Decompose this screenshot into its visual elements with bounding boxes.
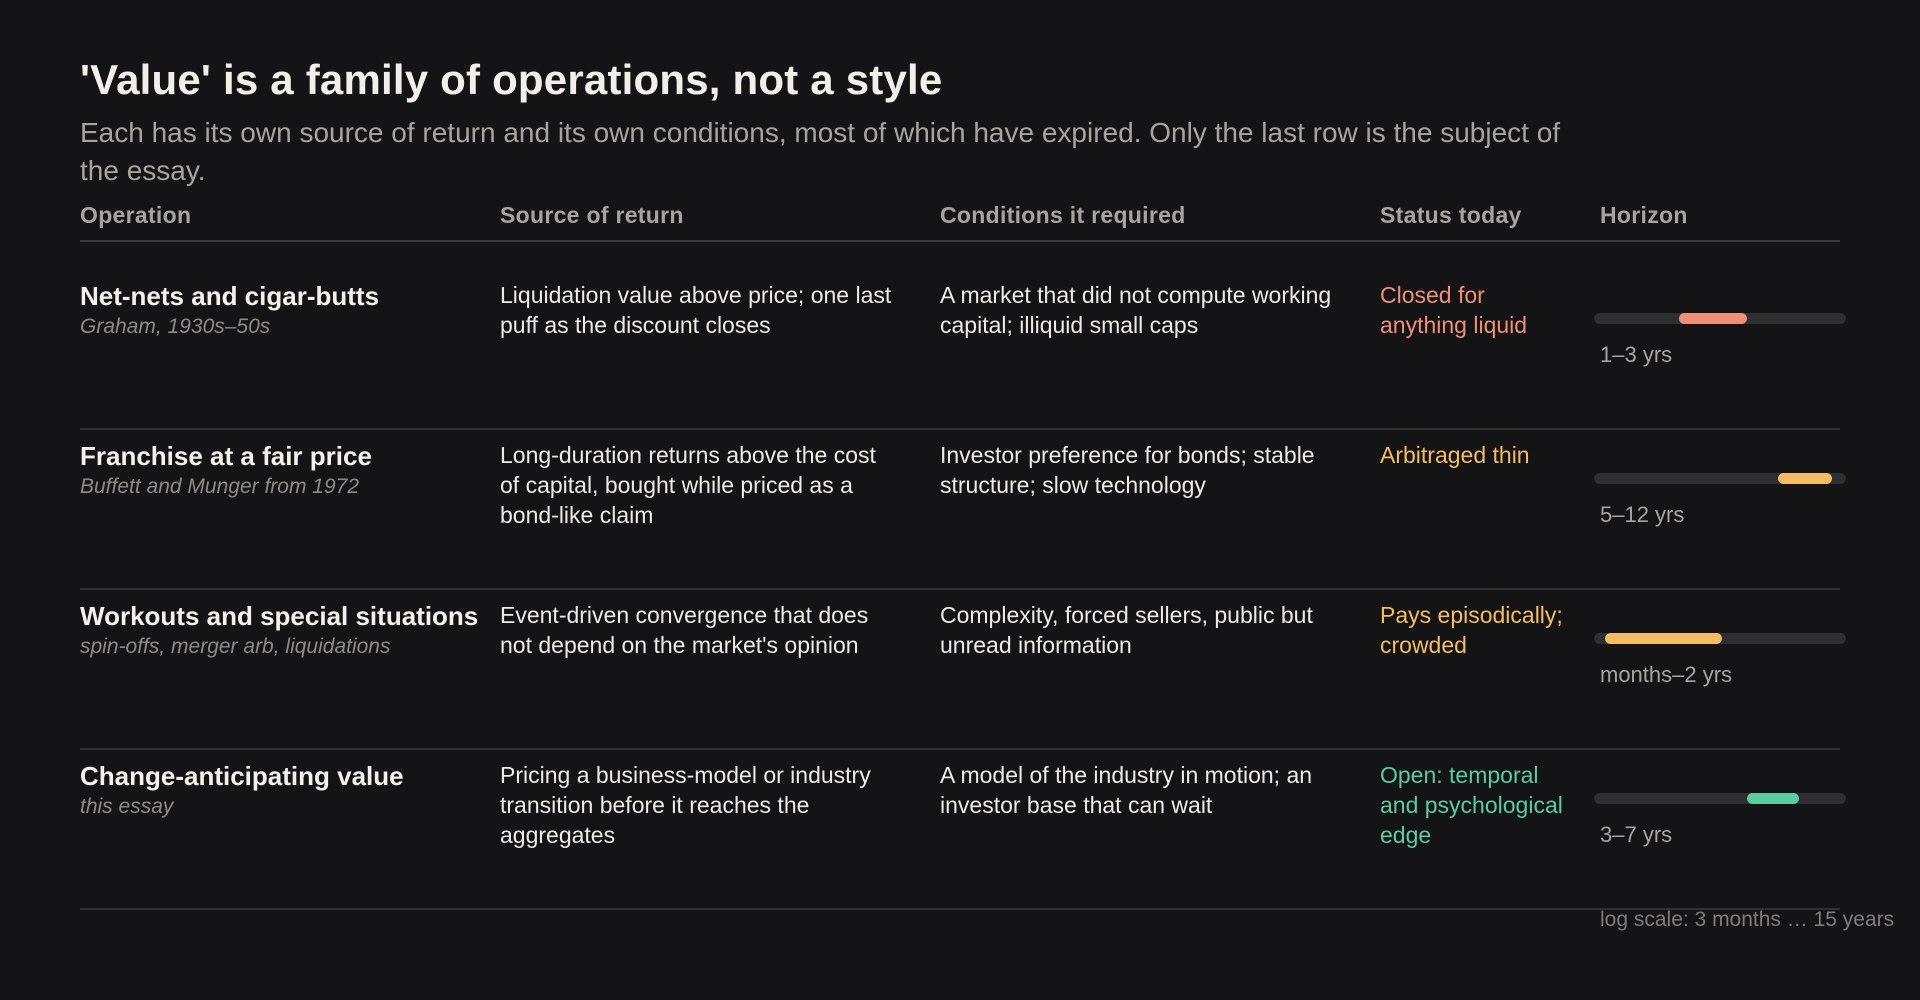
operation-cell: Workouts and special situations spin-off… — [80, 600, 500, 662]
source-of-return-cell: Pricing a business-model or industry tra… — [500, 762, 871, 848]
source-of-return-cell: Long-duration returns above the cost of … — [500, 442, 876, 528]
horizon-track — [1594, 633, 1846, 644]
column-header-source: Source of return — [500, 202, 684, 228]
status-cell: Pays episodically; crowded — [1380, 602, 1563, 658]
source-of-return-cell: Event-driven convergence that does not d… — [500, 602, 869, 658]
source-of-return-cell: Liquidation value above price; one last … — [500, 282, 892, 338]
operation-cell: Net-nets and cigar-butts Graham, 1930s–5… — [80, 280, 500, 342]
horizon-label: 1–3 yrs — [1600, 342, 1673, 367]
operation-attribution: Buffett and Munger from 1972 — [80, 475, 359, 498]
table-row: Workouts and special situations spin-off… — [80, 590, 1846, 750]
operation-name: Workouts and special situations — [80, 601, 479, 631]
operation-attribution: this essay — [80, 795, 174, 818]
horizon-track — [1594, 793, 1846, 804]
operation-name: Change-anticipating value — [80, 761, 404, 791]
horizon-label: months–2 yrs — [1600, 662, 1733, 687]
status-cell: Closed for anything liquid — [1380, 282, 1528, 338]
conditions-cell: A market that did not compute working ca… — [940, 282, 1332, 338]
column-header-horizon: Horizon — [1600, 202, 1688, 228]
horizon-bar — [1778, 473, 1833, 484]
table-header: Operation Source of return Conditions it… — [80, 202, 1840, 242]
column-header-operation: Operation — [80, 202, 192, 228]
status-cell: Open: temporal and psychological edge — [1380, 762, 1563, 848]
table-row: Franchise at a fair price Buffett and Mu… — [80, 430, 1846, 590]
conditions-cell: Investor preference for bonds; stable st… — [940, 442, 1315, 498]
horizon-bar — [1746, 793, 1799, 804]
horizon-label: 5–12 yrs — [1600, 502, 1685, 527]
conditions-cell: A model of the industry in motion; an in… — [940, 762, 1313, 818]
table-row: Change-anticipating value this essay Pri… — [80, 750, 1846, 910]
column-header-conditions: Conditions it required — [940, 202, 1186, 228]
status-cell: Arbitraged thin — [1380, 442, 1530, 468]
operation-cell: Franchise at a fair price Buffett and Mu… — [80, 440, 500, 502]
operation-attribution: spin-offs, merger arb, liquidations — [80, 635, 391, 658]
operation-attribution: Graham, 1930s–50s — [80, 315, 271, 338]
horizon-track — [1594, 313, 1846, 324]
operation-name: Franchise at a fair price — [80, 441, 372, 471]
page-title: 'Value' is a family of operations, not a… — [80, 56, 943, 103]
operation-cell: Change-anticipating value this essay — [80, 760, 500, 822]
conditions-cell: Complexity, forced sellers, public but u… — [940, 602, 1313, 658]
column-header-status: Status today — [1380, 202, 1522, 228]
operation-name: Net-nets and cigar-butts — [80, 281, 380, 311]
horizon-bar — [1605, 633, 1722, 644]
horizon-track — [1594, 473, 1846, 484]
page-subtitle: Each has its own source of return and it… — [80, 117, 1561, 186]
horizon-label: 3–7 yrs — [1600, 822, 1673, 847]
scale-note: log scale: 3 months … 15 years — [1600, 908, 1895, 931]
horizon-bar — [1679, 313, 1747, 324]
table-row: Net-nets and cigar-butts Graham, 1930s–5… — [80, 270, 1846, 430]
